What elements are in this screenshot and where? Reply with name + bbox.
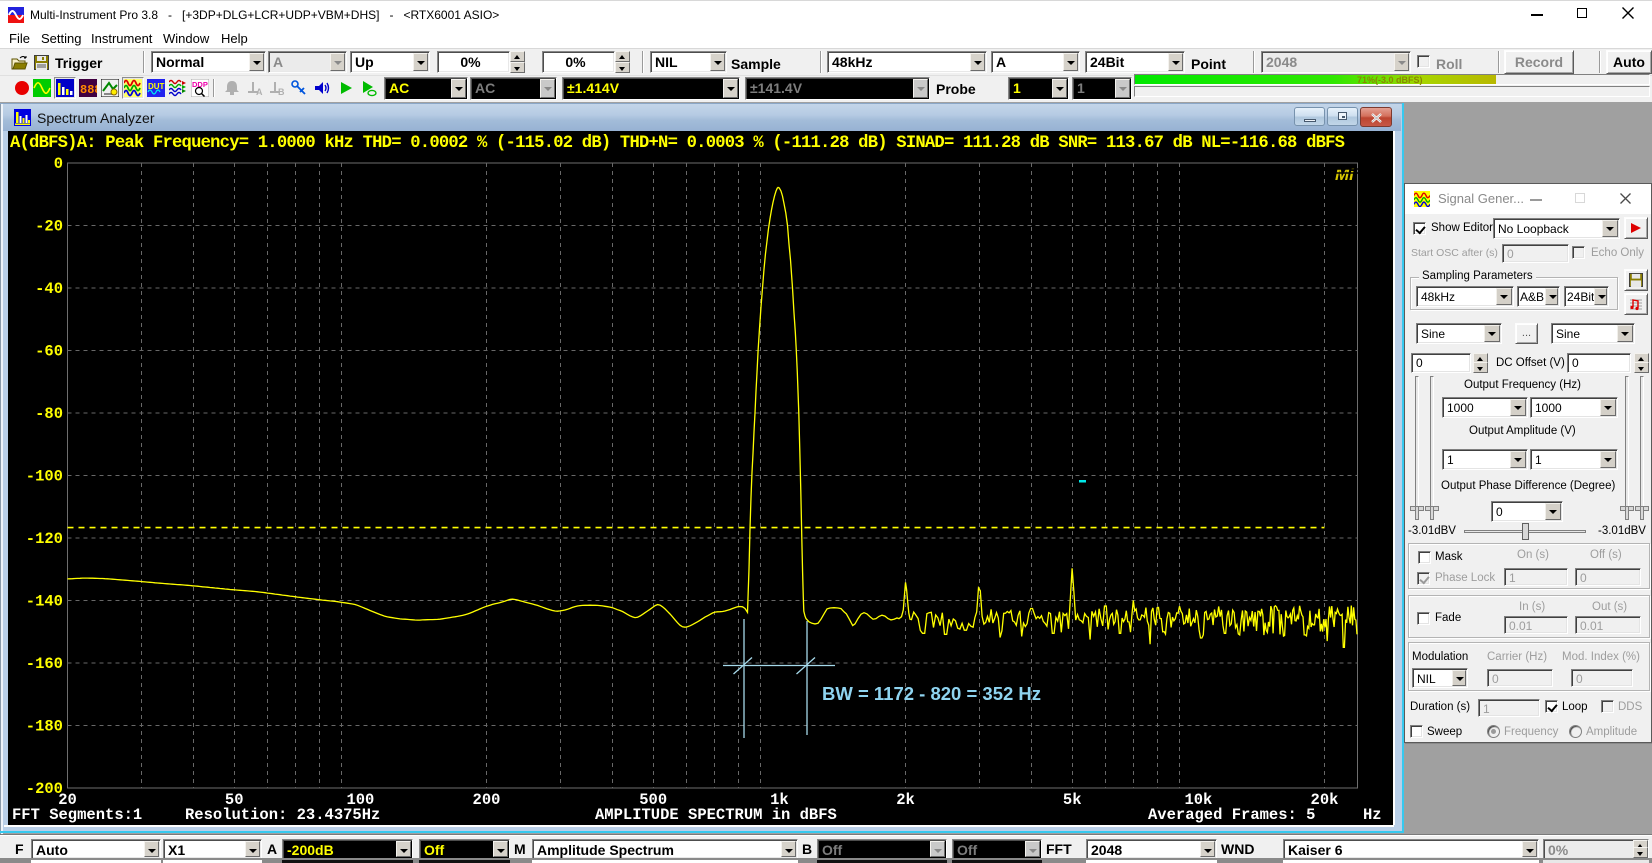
svg-text:-100: -100	[26, 468, 63, 486]
svg-text:5k: 5k	[1063, 791, 1082, 809]
svg-text:0: 0	[54, 155, 63, 173]
svg-text:-60: -60	[35, 343, 63, 361]
svg-text:-40: -40	[35, 280, 63, 298]
svg-text:-120: -120	[26, 530, 63, 548]
svg-text:Resolution: 23.4375Hz: Resolution: 23.4375Hz	[185, 806, 380, 824]
svg-text:Hz: Hz	[1363, 806, 1382, 824]
svg-text:AMPLITUDE SPECTRUM in dBFS: AMPLITUDE SPECTRUM in dBFS	[595, 806, 837, 824]
svg-text:-80: -80	[35, 405, 63, 423]
svg-text:BW = 1172 - 820 = 352 Hz: BW = 1172 - 820 = 352 Hz	[822, 683, 1041, 704]
svg-text:Mi: Mi	[1335, 165, 1355, 184]
svg-text:A(dBFS)A: Peak Frequency= 1.0: A(dBFS)A: Peak Frequency= 1.0000 kHz THD…	[10, 134, 1345, 153]
svg-text:A: A	[256, 87, 263, 97]
svg-text:-180: -180	[26, 718, 63, 736]
svg-text:B: B	[278, 87, 285, 97]
svg-text:FFT Segments:1: FFT Segments:1	[12, 806, 142, 824]
svg-text:Averaged Frames: 5: Averaged Frames: 5	[1148, 806, 1315, 824]
svg-text:200: 200	[473, 791, 501, 809]
svg-text:888: 888	[80, 83, 97, 97]
svg-text:2k: 2k	[896, 791, 915, 809]
svg-text:-160: -160	[26, 655, 63, 673]
svg-text:-20: -20	[35, 218, 63, 236]
svg-text:-140: -140	[26, 593, 63, 611]
